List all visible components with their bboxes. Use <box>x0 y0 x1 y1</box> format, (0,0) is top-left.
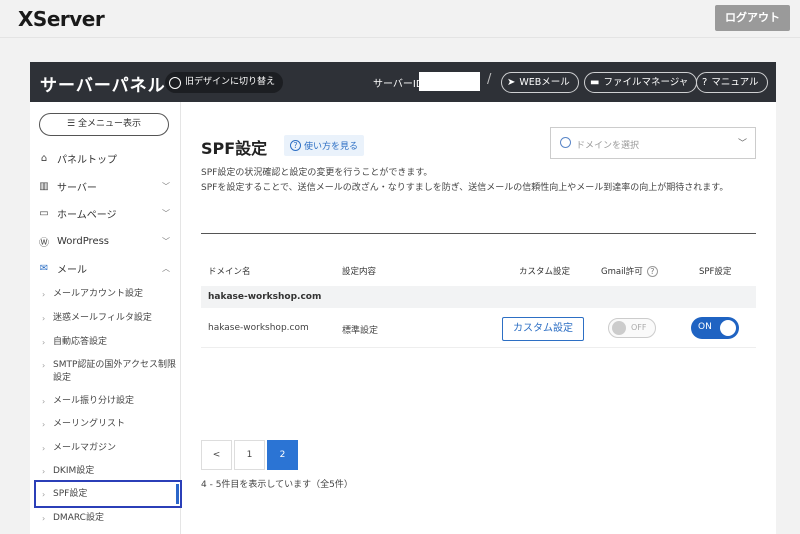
chevron-right-icon: › <box>42 444 46 453</box>
column-header-setting: 設定内容 <box>342 267 377 277</box>
setting-cell: 標準設定 <box>342 326 379 336</box>
chevron-right-icon: › <box>42 467 46 476</box>
main-content: SPF設定 ? 使い方を見る ドメインを選択 ﹀ SPF設定の状況確認と設定の変… <box>181 102 776 534</box>
separator: / <box>487 72 492 87</box>
chevron-right-icon: › <box>42 290 46 299</box>
all-menu-button[interactable]: ☰ 全メニュー表示 <box>39 113 169 136</box>
table-row: hakase-workshop.com 標準設定 カスタム設定 OFF ON <box>201 308 756 348</box>
page-description: SPF設定の状況確認と設定の変更を行うことができます。 SPFを設定することで、… <box>201 168 729 193</box>
home-icon: ⌂ <box>40 153 48 164</box>
webmail-label: WEBメール <box>519 77 570 88</box>
chevron-right-icon: › <box>42 314 46 323</box>
chevron-right-icon: › <box>42 397 46 406</box>
sidebar-item-homepage[interactable]: ▭ ホームページ ﹀ <box>30 200 180 227</box>
sidebar-item-server[interactable]: ▥ サーバー ﹀ <box>30 173 180 200</box>
divider <box>201 233 756 234</box>
old-design-toggle[interactable]: 旧デザインに切り替え <box>165 72 284 93</box>
chevron-down-icon: ﹀ <box>162 209 170 218</box>
pagination: < 1 2 <box>201 440 300 470</box>
sidebar-sub-label: DKIM設定 <box>53 466 95 476</box>
panel-header: サーバーパネル 旧デザインに切り替え サーバーID / ➤ WEBメール ▬ フ… <box>30 62 776 102</box>
chevron-right-icon: › <box>42 490 46 499</box>
gmail-toggle[interactable]: OFF <box>608 318 656 338</box>
panel-title: サーバーパネル <box>40 76 166 96</box>
sidebar-sub-label: 迷惑メールフィルタ設定 <box>53 313 152 323</box>
domain-group-row: hakase-workshop.com <box>201 286 756 308</box>
howto-label: 使い方を見る <box>304 142 359 152</box>
manual-button[interactable]: ? マニュアル <box>696 72 768 93</box>
sidebar-sub-label: 自動応答設定 <box>53 337 108 347</box>
help-icon: ? <box>702 77 708 88</box>
sidebar-sub-label: メール振り分け設定 <box>53 396 135 406</box>
column-header-gmail: Gmail許可? <box>601 265 658 277</box>
sidebar: ☰ 全メニュー表示 ⌂ パネルトップ ▥ サーバー ﹀ ▭ ホームページ ﹀ Ⓦ… <box>30 102 182 534</box>
sidebar-item-panel-top[interactable]: ⌂ パネルトップ <box>30 145 180 172</box>
send-icon: ➤ <box>507 77 516 88</box>
help-icon[interactable]: ? <box>646 266 658 277</box>
domain-cell: hakase-workshop.com <box>208 323 309 333</box>
sidebar-sub-label: メールアカウント設定 <box>53 289 144 299</box>
chevron-down-icon: ﹀ <box>738 139 748 149</box>
domain-select-placeholder: ドメインを選択 <box>576 141 640 151</box>
spf-toggle-label: ON <box>698 322 712 332</box>
chevron-down-icon: ﹀ <box>162 237 170 246</box>
chevron-right-icon: › <box>42 514 46 523</box>
pagination-page-current[interactable]: 2 <box>267 440 298 470</box>
sidebar-item-label: サーバー <box>57 183 97 194</box>
howto-button[interactable]: ? 使い方を見る <box>284 135 365 156</box>
server-icon: ▥ <box>39 181 49 192</box>
sidebar-sub-label: DMARC設定 <box>53 513 104 523</box>
old-design-label: 旧デザインに切り替え <box>185 77 276 87</box>
folder-icon: ▬ <box>590 77 600 88</box>
sidebar-sub-label: SPF設定 <box>53 489 88 499</box>
column-header-custom: カスタム設定 <box>519 267 571 277</box>
page-title: SPF設定 <box>201 139 268 158</box>
manual-label: マニュアル <box>711 77 759 88</box>
sidebar-item-wordpress[interactable]: Ⓦ WordPress ﹀ <box>30 228 180 255</box>
webmail-button[interactable]: ➤ WEBメール <box>501 72 579 93</box>
chevron-right-icon: › <box>42 338 46 347</box>
result-count: 4 - 5件目を表示しています（全5件） <box>201 480 353 490</box>
column-header-domain: ドメイン名 <box>208 267 251 277</box>
chevron-up-icon: ︿ <box>162 264 170 273</box>
server-id-label: サーバーID <box>373 79 424 90</box>
top-bar: XServer ログアウト <box>0 0 800 38</box>
refresh-icon <box>169 76 181 89</box>
pagination-page[interactable]: 1 <box>234 440 265 470</box>
spf-toggle[interactable]: ON <box>691 317 739 339</box>
sidebar-sub-label: メーリングリスト <box>53 419 126 429</box>
sidebar-sub-label: SMTP認証の国外アクセス制限設定 <box>53 360 176 383</box>
column-header-spf: SPF設定 <box>699 267 732 277</box>
sidebar-item-label: ホームページ <box>57 210 117 221</box>
all-menu-label: 全メニュー表示 <box>77 119 141 129</box>
toggle-knob <box>720 320 736 336</box>
server-id-value <box>419 72 480 91</box>
wordpress-icon: Ⓦ <box>39 238 49 249</box>
sidebar-sub-label: メールマガジン <box>53 443 117 453</box>
window-icon: ▭ <box>39 208 49 219</box>
chevron-right-icon: › <box>42 361 46 370</box>
toggle-knob <box>612 321 626 335</box>
logout-button[interactable]: ログアウト <box>715 5 790 31</box>
sidebar-item-mail[interactable]: ✉ メール ︿ <box>30 255 180 282</box>
pagination-prev[interactable]: < <box>201 440 232 470</box>
xserver-logo[interactable]: XServer <box>18 7 105 31</box>
domain-select[interactable]: ドメインを選択 ﹀ <box>550 127 756 159</box>
mail-icon: ✉ <box>39 263 49 274</box>
file-manager-label: ファイルマネージャ <box>603 77 689 88</box>
chevron-right-icon: › <box>42 420 46 429</box>
file-manager-button[interactable]: ▬ ファイルマネージャ <box>584 72 698 93</box>
custom-setting-button[interactable]: カスタム設定 <box>502 317 584 341</box>
gmail-header-label: Gmail許可 <box>601 267 643 277</box>
globe-icon <box>560 137 571 148</box>
sidebar-item-label: パネルトップ <box>57 155 117 166</box>
content-area: ☰ 全メニュー表示 ⌂ パネルトップ ▥ サーバー ﹀ ▭ ホームページ ﹀ Ⓦ… <box>30 102 776 534</box>
hamburger-icon: ☰ <box>67 119 78 129</box>
chevron-down-icon: ﹀ <box>162 182 170 191</box>
sidebar-item-label: WordPress <box>57 236 110 247</box>
sidebar-item-label: メール <box>57 265 87 276</box>
question-icon: ? <box>290 140 301 151</box>
gmail-toggle-label: OFF <box>631 323 647 332</box>
